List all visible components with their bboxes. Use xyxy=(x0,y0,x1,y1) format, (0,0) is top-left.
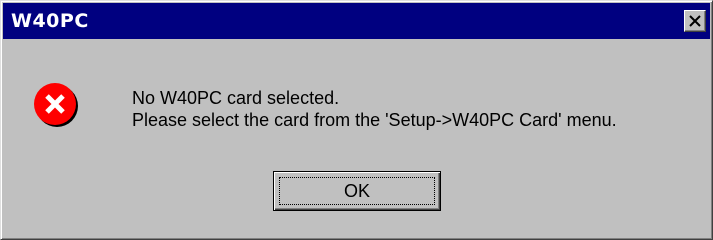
title-bar[interactable]: W40PC xyxy=(3,3,710,39)
close-button[interactable] xyxy=(684,10,706,32)
message-dialog: W40PC No W40PC card selected. Please sel… xyxy=(0,0,713,240)
message-line-2: Please select the card from the 'Setup->… xyxy=(132,110,617,130)
ok-button[interactable]: OK xyxy=(273,171,441,211)
close-icon xyxy=(689,15,701,27)
error-icon xyxy=(34,83,78,127)
message-line-1: No W40PC card selected. xyxy=(132,88,340,108)
message-text: No W40PC card selected. Please select th… xyxy=(132,87,617,131)
window-title: W40PC xyxy=(11,10,89,32)
ok-button-label: OK xyxy=(343,181,370,201)
